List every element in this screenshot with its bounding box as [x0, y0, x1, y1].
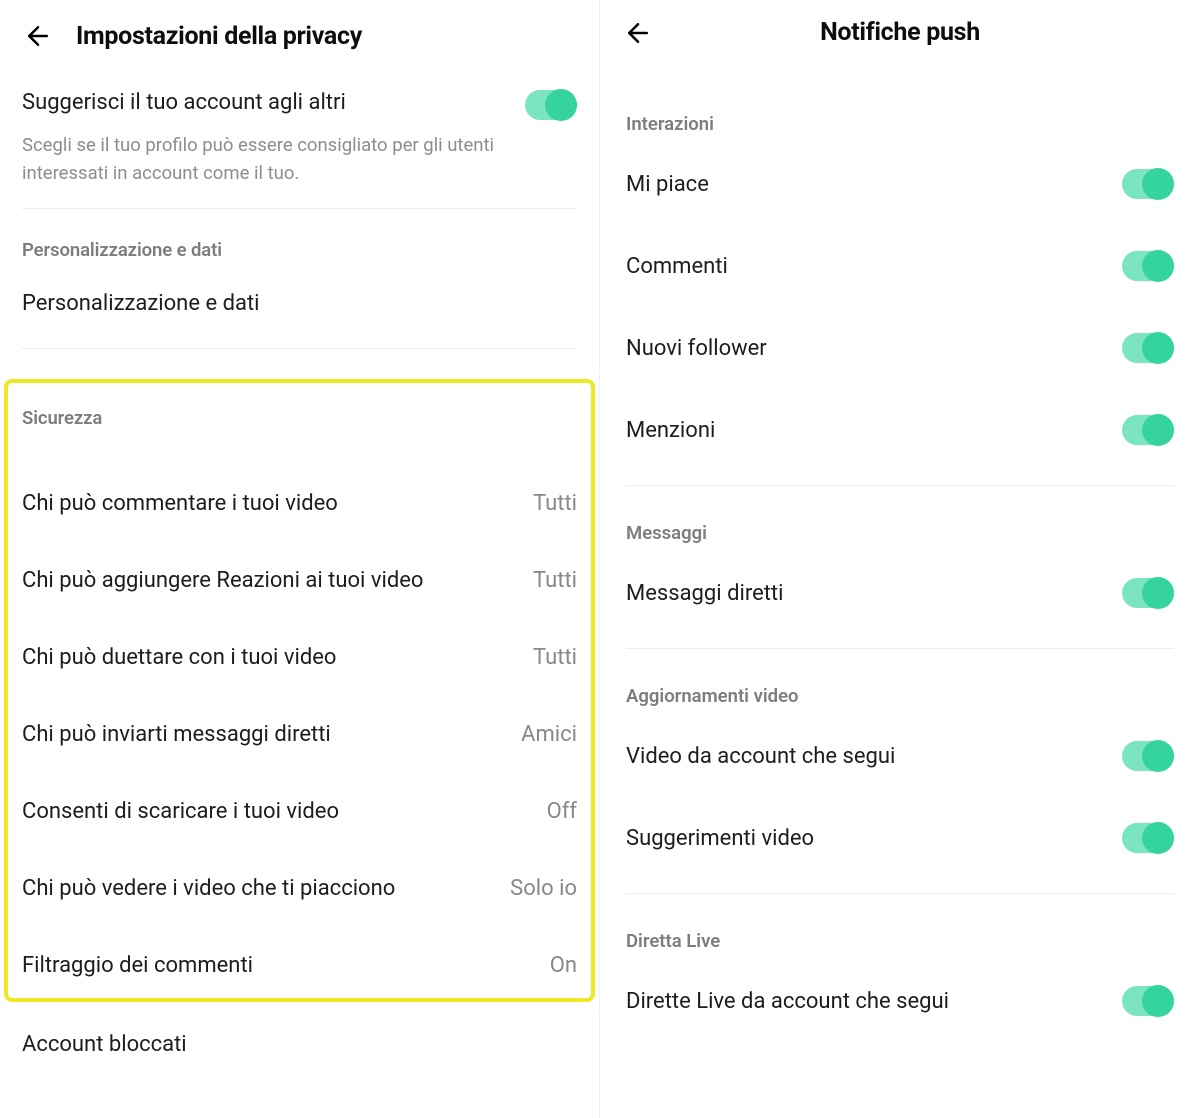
toggle-followed-videos[interactable]	[1122, 741, 1174, 771]
security-option-liked-videos[interactable]: Chi può vedere i video che ti piacciono …	[22, 850, 577, 927]
blocked-accounts-item[interactable]: Account bloccati	[22, 1032, 577, 1057]
notif-live-followed[interactable]: Dirette Live da account che segui	[626, 960, 1174, 1042]
group-header-interactions: Interazioni	[626, 77, 1174, 143]
security-option-comments[interactable]: Chi può commentare i tuoi video Tutti	[22, 465, 577, 542]
privacy-settings-pane: Impostazioni della privacy Suggerisci il…	[0, 0, 600, 1118]
notifications-header: Notifiche push	[600, 0, 1200, 77]
notifications-content: Interazioni Mi piace Commenti Nuovi foll…	[600, 77, 1200, 1042]
option-value: Solo io	[510, 876, 577, 901]
personalization-item[interactable]: Personalizzazione e dati	[22, 291, 577, 316]
notifications-title: Notifiche push	[820, 18, 980, 47]
toggle-direct-messages[interactable]	[1122, 578, 1174, 608]
notif-label: Nuovi follower	[626, 336, 767, 361]
option-label: Consenti di scaricare i tuoi video	[22, 799, 339, 824]
group-header-live: Diretta Live	[626, 894, 1174, 960]
option-value: Tutti	[533, 491, 577, 516]
notif-label: Menzioni	[626, 418, 715, 443]
toggle-video-suggestions[interactable]	[1122, 823, 1174, 853]
security-option-messages[interactable]: Chi può inviarti messaggi diretti Amici	[22, 696, 577, 773]
notif-label: Messaggi diretti	[626, 581, 783, 606]
notif-video-suggestions[interactable]: Suggerimenti video	[626, 797, 1174, 879]
notif-mentions[interactable]: Menzioni	[626, 389, 1174, 471]
notif-label: Dirette Live da account che segui	[626, 989, 949, 1014]
option-value: Tutti	[533, 568, 577, 593]
toggle-comments[interactable]	[1122, 251, 1174, 281]
notif-likes[interactable]: Mi piace	[626, 143, 1174, 225]
group-header-video-updates: Aggiornamenti video	[626, 649, 1174, 715]
suggest-account-toggle[interactable]	[525, 90, 577, 120]
toggle-followers[interactable]	[1122, 333, 1174, 363]
option-label: Chi può vedere i video che ti piacciono	[22, 876, 395, 901]
option-value: Tutti	[533, 645, 577, 670]
security-highlight-box: Sicurezza Chi può commentare i tuoi vide…	[4, 379, 595, 1002]
option-label: Chi può commentare i tuoi video	[22, 491, 338, 516]
notif-label: Mi piace	[626, 172, 709, 197]
security-option-reactions[interactable]: Chi può aggiungere Reazioni ai tuoi vide…	[22, 542, 577, 619]
option-value: On	[550, 953, 577, 978]
notif-followers[interactable]: Nuovi follower	[626, 307, 1174, 389]
notif-label: Suggerimenti video	[626, 826, 814, 851]
notif-label: Commenti	[626, 254, 728, 279]
personalization-header: Personalizzazione e dati	[22, 239, 577, 261]
privacy-title: Impostazioni della privacy	[76, 22, 362, 51]
option-label: Chi può inviarti messaggi diretti	[22, 722, 331, 747]
security-option-comment-filter[interactable]: Filtraggio dei commenti On	[22, 927, 577, 998]
suggest-account-label: Suggerisci il tuo account agli altri	[22, 90, 346, 115]
divider	[22, 208, 577, 209]
option-label: Chi può aggiungere Reazioni ai tuoi vide…	[22, 568, 423, 593]
security-header: Sicurezza	[22, 407, 577, 429]
security-option-download[interactable]: Consenti di scaricare i tuoi video Off	[22, 773, 577, 850]
toggle-mentions[interactable]	[1122, 415, 1174, 445]
notif-comments[interactable]: Commenti	[626, 225, 1174, 307]
privacy-content: Suggerisci il tuo account agli altri Sce…	[0, 84, 599, 1057]
back-icon[interactable]	[20, 18, 56, 54]
divider	[22, 348, 577, 349]
option-label: Filtraggio dei commenti	[22, 953, 253, 978]
security-option-duet[interactable]: Chi può duettare con i tuoi video Tutti	[22, 619, 577, 696]
privacy-header: Impostazioni della privacy	[0, 0, 599, 84]
back-icon[interactable]	[620, 15, 656, 51]
push-notifications-pane: Notifiche push Interazioni Mi piace Comm…	[600, 0, 1200, 1118]
notif-direct-messages[interactable]: Messaggi diretti	[626, 552, 1174, 634]
option-value: Amici	[521, 722, 577, 747]
toggle-live-followed[interactable]	[1122, 986, 1174, 1016]
notif-label: Video da account che segui	[626, 744, 895, 769]
suggest-account-row[interactable]: Suggerisci il tuo account agli altri	[22, 84, 577, 132]
option-label: Chi può duettare con i tuoi video	[22, 645, 336, 670]
suggest-account-desc: Scegli se il tuo profilo può essere cons…	[22, 132, 577, 188]
group-header-messages: Messaggi	[626, 486, 1174, 552]
option-value: Off	[547, 799, 577, 824]
toggle-likes[interactable]	[1122, 169, 1174, 199]
notif-followed-videos[interactable]: Video da account che segui	[626, 715, 1174, 797]
